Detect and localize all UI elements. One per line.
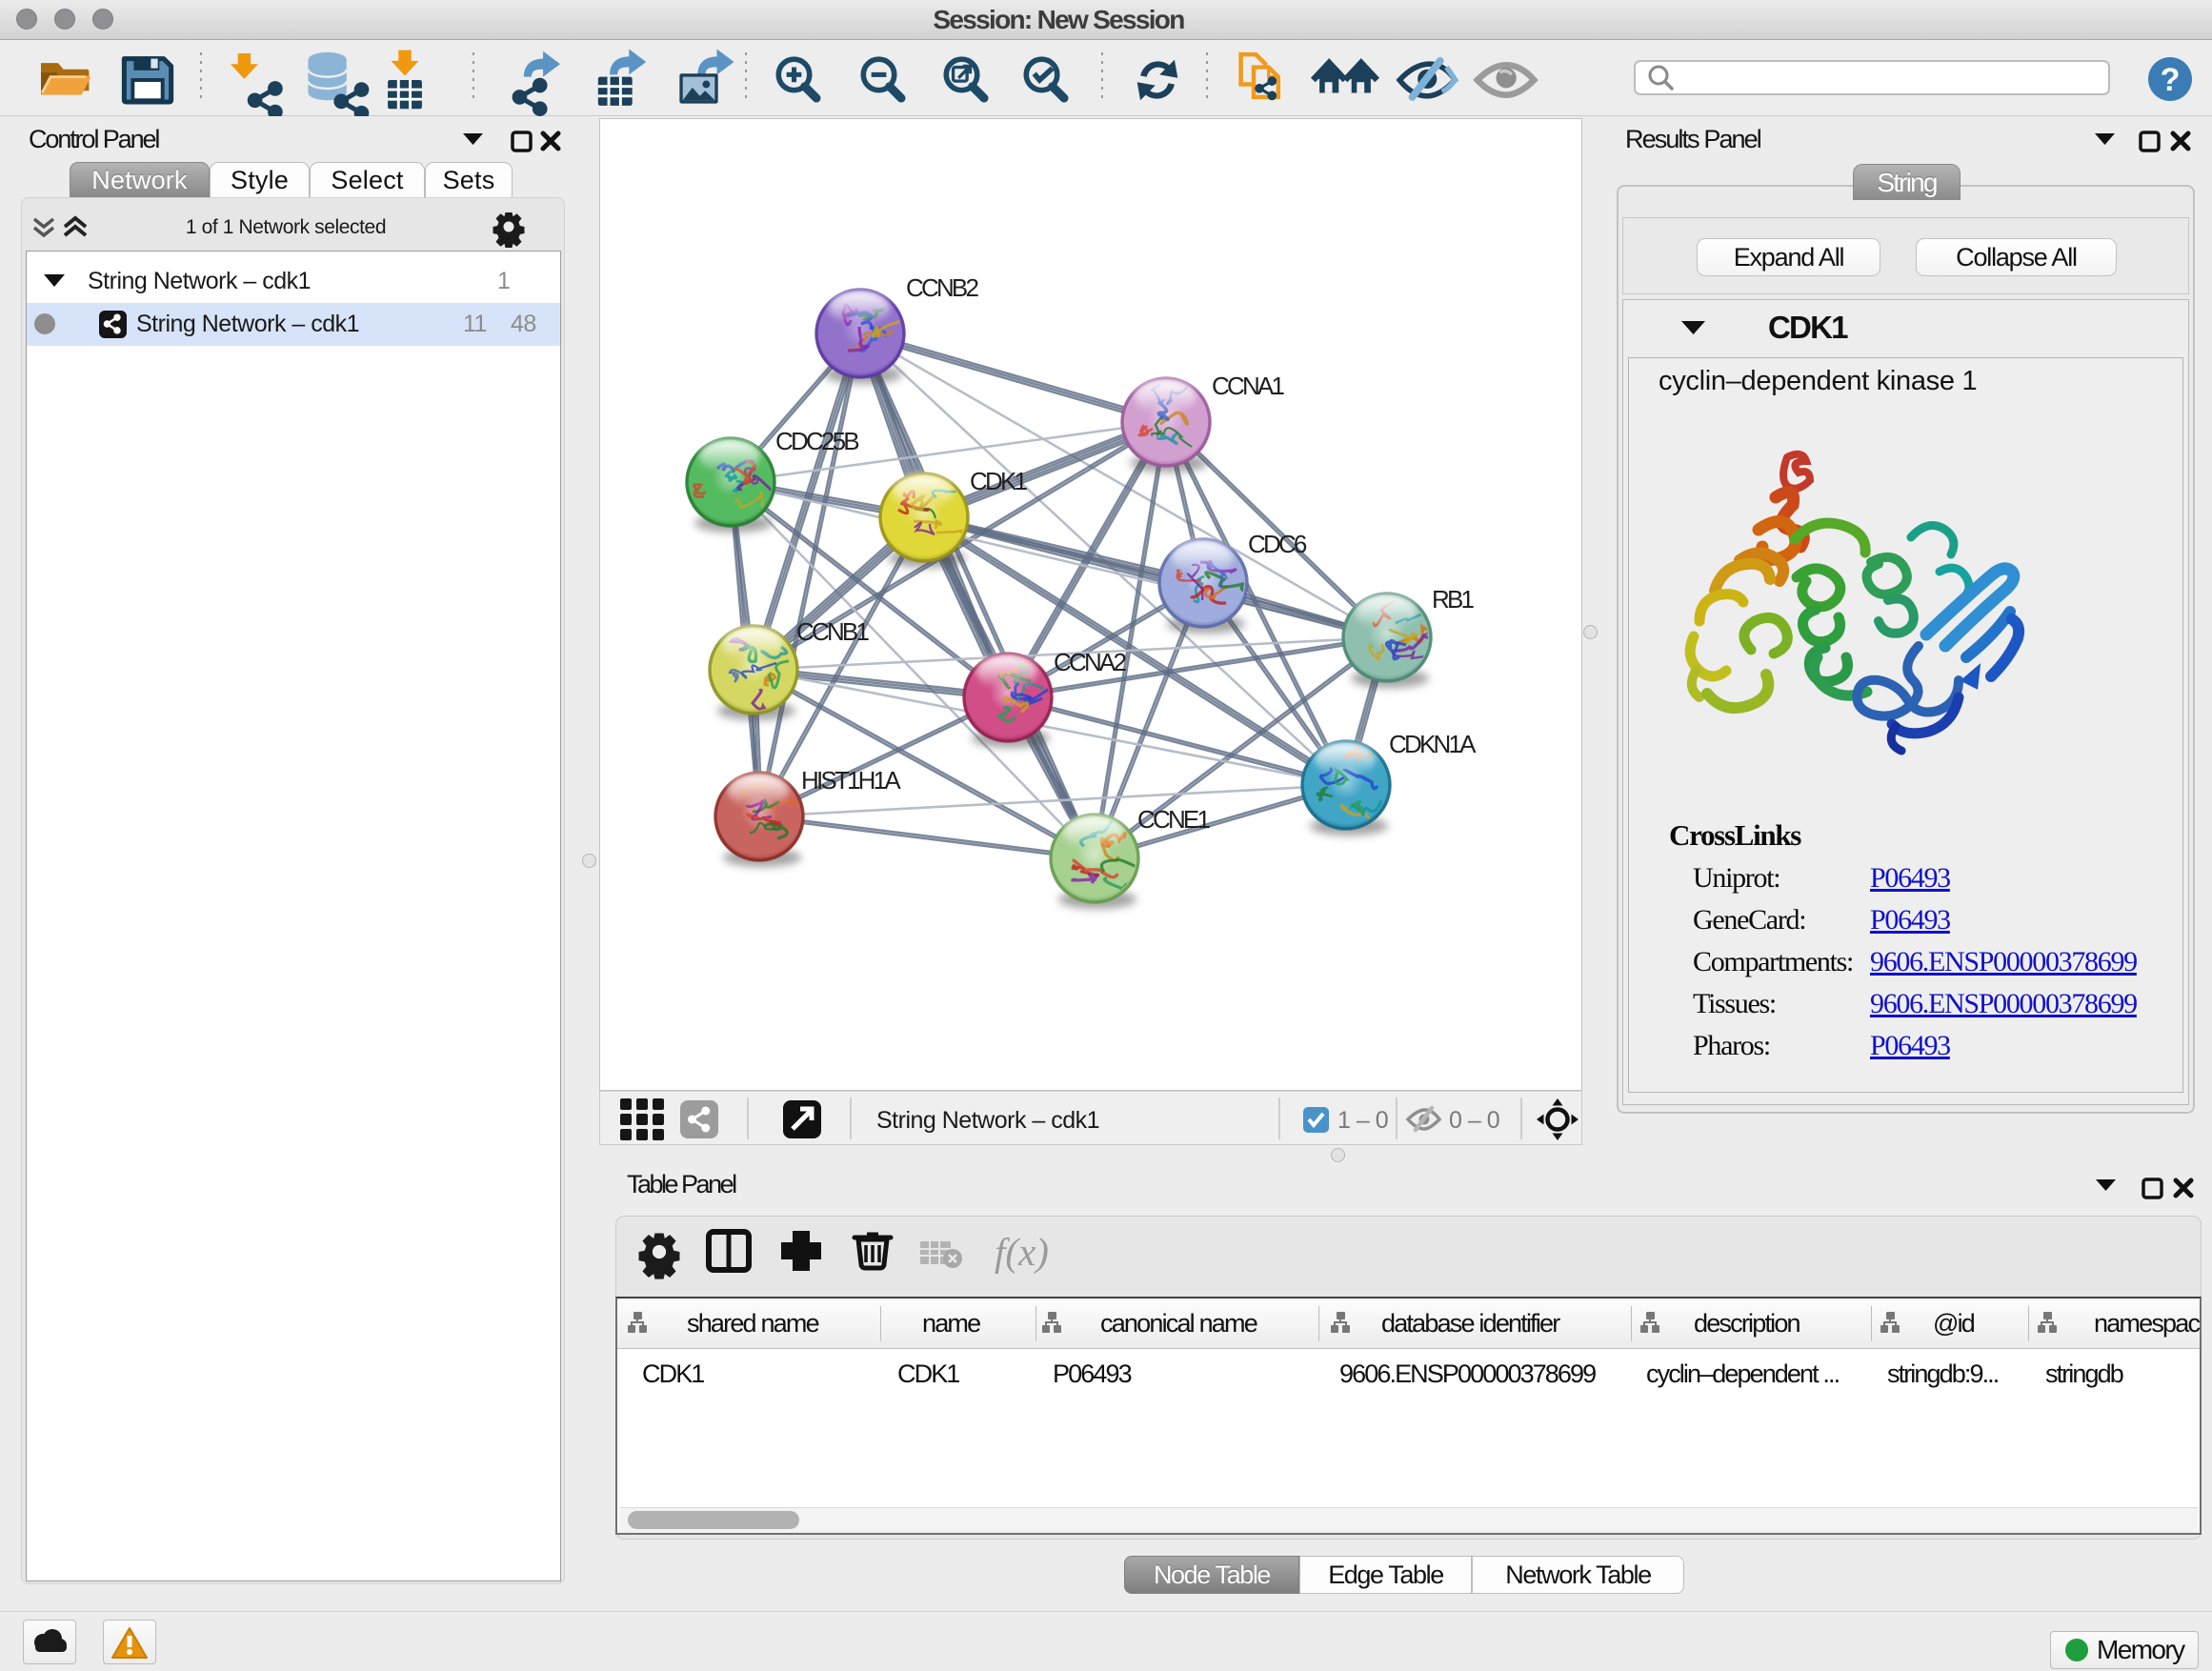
svg-text:CDKN1A: CDKN1A [1389, 730, 1477, 758]
svg-text:RB1: RB1 [1432, 585, 1475, 614]
svg-text:CDC25B: CDC25B [775, 427, 858, 455]
svg-text:0 – 0: 0 – 0 [1449, 1107, 1499, 1134]
svg-text:String Network – cdk1: String Network – cdk1 [876, 1107, 1099, 1134]
svg-text:CCNB2: CCNB2 [906, 273, 978, 302]
svg-text:CCNA2: CCNA2 [1054, 648, 1126, 676]
svg-text:CCNB1: CCNB1 [796, 617, 869, 646]
svg-text:1 – 0: 1 – 0 [1337, 1107, 1388, 1134]
svg-text:CCNE1: CCNE1 [1137, 805, 1210, 834]
svg-text:CDC6: CDC6 [1248, 530, 1307, 558]
svg-text:CDK1: CDK1 [970, 467, 1027, 495]
svg-text:f(x): f(x) [995, 1230, 1049, 1274]
svg-text:CCNA1: CCNA1 [1212, 372, 1284, 400]
svg-text:HIST1H1A: HIST1H1A [801, 766, 901, 795]
